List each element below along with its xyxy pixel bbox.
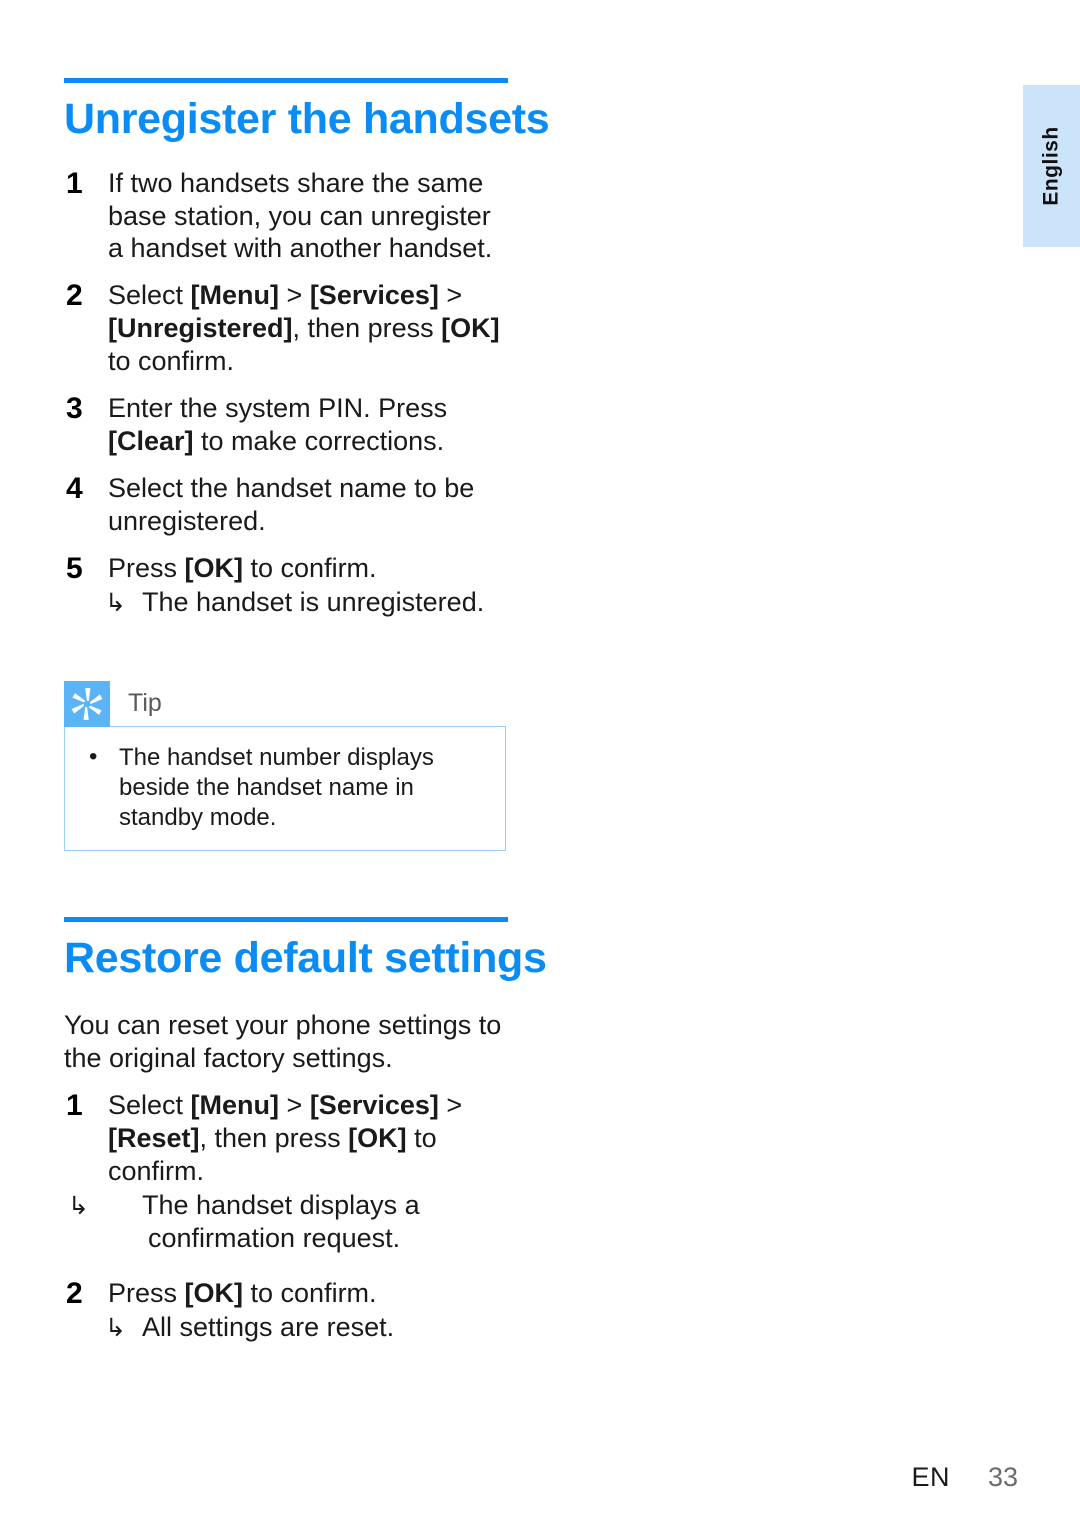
step-text-part: , then press: [199, 1122, 349, 1153]
list-item: 3 Enter the system PIN. Press [Clear] to…: [64, 392, 510, 458]
step-result: ↳ The handset is unregistered.: [105, 586, 510, 619]
ui-term: [OK]: [184, 552, 244, 583]
footer-locale: EN: [911, 1462, 950, 1492]
ui-term: [Services]: [309, 1089, 439, 1120]
section-rule: [64, 916, 508, 922]
language-tab-label: English: [1039, 126, 1063, 206]
page-content: Unregister the handsets 1 If two handset…: [64, 0, 550, 1344]
result-text: The handset is unregistered.: [142, 586, 485, 617]
list-item: 2 Press [OK] to confirm. ↳ All settings a…: [64, 1277, 510, 1344]
footer-page-number: 33: [987, 1462, 1018, 1492]
step-text-part: If two handsets share the same base stat…: [108, 167, 493, 264]
step-text-part: >: [438, 1089, 463, 1120]
ui-term: [Menu]: [190, 280, 280, 311]
step-number: 5: [66, 551, 83, 585]
result-text: The handset displays a confirmation requ…: [142, 1189, 420, 1253]
step-text-part: to confirm.: [243, 1277, 377, 1308]
ui-term: [Services]: [309, 280, 439, 311]
step-text-part: to confirm.: [108, 346, 235, 377]
steps-list: 1 Select [Menu] > [Services] > [Reset], …: [64, 1089, 510, 1344]
tip-header: Tip: [64, 680, 506, 727]
tip-block: Tip • The handset number displays beside…: [64, 680, 506, 851]
list-item: 1 If two handsets share the same base st…: [64, 167, 510, 266]
list-item: 4 Select the handset name to be unregist…: [64, 472, 510, 538]
page-footer: EN 33: [0, 1462, 1018, 1493]
ui-term: [Unregistered]: [108, 313, 293, 344]
step-number: 1: [66, 1088, 83, 1122]
step-text-part: Enter the system PIN. Press: [108, 393, 448, 424]
step-text-part: >: [279, 1089, 310, 1120]
ui-term: [OK]: [184, 1277, 244, 1308]
list-item: 1 Select [Menu] > [Services] > [Reset], …: [64, 1089, 510, 1255]
step-text-part: , then press: [292, 313, 442, 344]
ui-term: [Reset]: [108, 1122, 200, 1153]
ui-term: [Clear]: [108, 426, 194, 457]
step-text-part: >: [438, 280, 463, 311]
step-text-part: Press: [108, 1277, 185, 1308]
step-number: 3: [66, 392, 83, 426]
step-result: ↳ All settings are reset.: [105, 1311, 510, 1344]
steps-list: 1 If two handsets share the same base st…: [64, 167, 510, 619]
section-intro-paragraph: You can reset your phone settings to the…: [64, 1010, 502, 1074]
step-text-part: >: [279, 280, 310, 311]
section-unregister-handsets: Unregister the handsets 1 If two handset…: [64, 0, 550, 851]
step-text: Press [OK] to confirm.: [108, 1277, 510, 1310]
section-rule: [64, 78, 508, 83]
section-title: Unregister the handsets: [64, 95, 550, 143]
step-number: 2: [66, 279, 83, 313]
tip-body: • The handset number displays beside the…: [64, 725, 506, 851]
tip-list-item: • The handset number displays beside the…: [81, 743, 491, 834]
step-text-part: Select: [108, 280, 191, 311]
result-arrow-icon: ↳: [105, 588, 126, 617]
section-title: Restore default settings: [64, 933, 547, 982]
result-text: All settings are reset.: [142, 1311, 395, 1342]
list-item: 5 Press [OK] to confirm. ↳ The handset is…: [64, 552, 510, 619]
step-text-part: Press: [108, 552, 185, 583]
step-text-part: Select: [108, 1089, 191, 1120]
result-arrow-icon: ↳: [105, 1313, 126, 1342]
step-text-part: to confirm.: [243, 552, 377, 583]
step-text: If two handsets share the same base stat…: [108, 167, 510, 266]
step-number: 1: [66, 166, 83, 200]
bullet-icon: •: [89, 742, 98, 770]
step-result: ↳ The handset displays a confirmation req…: [68, 1189, 510, 1255]
step-text: Select [Menu] > [Services] > [Reset], th…: [108, 1089, 510, 1188]
list-item: 2 Select [Menu] > [Services] > [Unregist…: [64, 279, 510, 378]
step-text: Select [Menu] > [Services] > [Unregister…: [108, 279, 510, 378]
language-tab: English: [1023, 85, 1080, 247]
ui-term: [OK]: [348, 1122, 407, 1153]
step-text: Select the handset name to be unregister…: [108, 472, 510, 538]
step-text: Press [OK] to confirm.: [108, 552, 510, 585]
result-arrow-icon: ↳: [68, 1191, 89, 1220]
step-text-part: to make corrections.: [193, 426, 445, 457]
step-number: 2: [66, 1276, 83, 1310]
ui-term: [OK]: [441, 313, 500, 344]
tip-item-text: The handset number displays beside the h…: [119, 743, 434, 832]
section-restore-default-settings: Restore default settings You can reset y…: [64, 851, 547, 1344]
tip-label: Tip: [128, 689, 162, 718]
step-text: Enter the system PIN. Press [Clear] to m…: [108, 392, 510, 458]
step-number: 4: [66, 472, 83, 506]
ui-term: [Menu]: [190, 1089, 280, 1120]
step-text-part: Select the handset name to be unregister…: [108, 473, 475, 537]
tip-asterisk-icon: [64, 680, 110, 727]
